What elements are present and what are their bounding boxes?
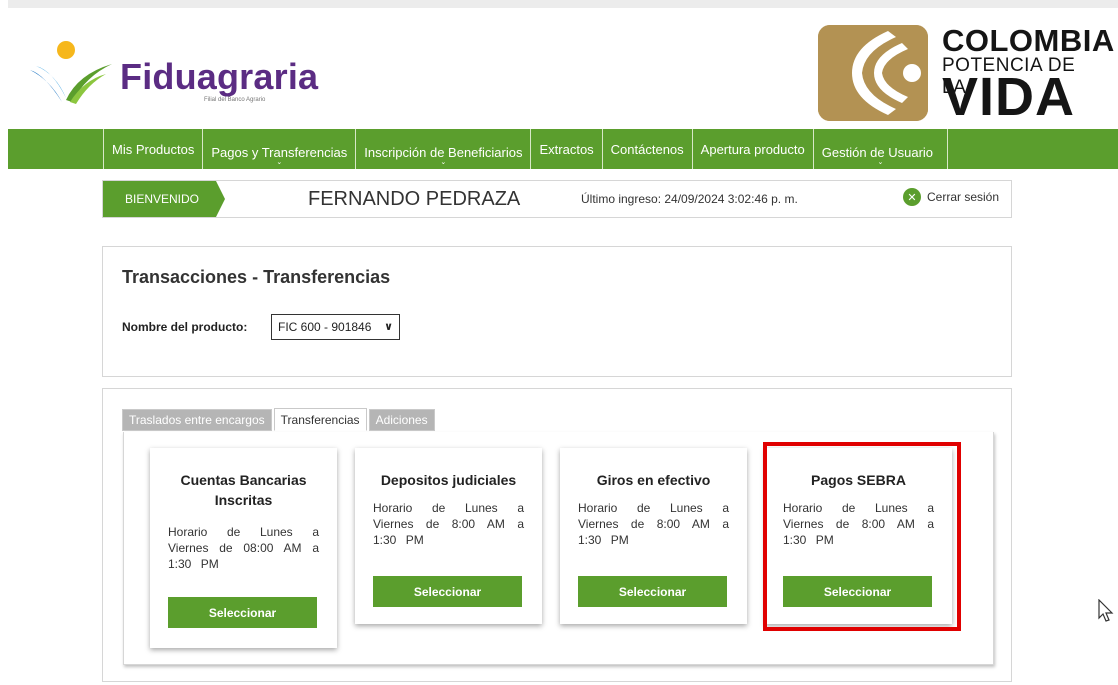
main-nav: Mis Productos Pagos y Transferencias ⌄ I… (8, 129, 1118, 169)
nav-label: Extractos (539, 141, 594, 157)
brand-tagline: Filial del Banco Agrario (204, 97, 266, 103)
nav-item-mis-productos[interactable]: Mis Productos (104, 129, 204, 169)
logout-label: Cerrar sesión (927, 190, 1000, 204)
nav-item-gestion-usuario[interactable]: Gestión de Usuario ⌄ (814, 129, 949, 169)
colombia-potencia-logo: COLOMBIA POTENCIA DE LA VIDA (818, 23, 1114, 127)
transfer-options-panel: Traslados entre encargos Transferencias … (102, 388, 1012, 682)
chevron-down-icon: ⌄ (276, 159, 283, 166)
fiduagraria-logo[interactable]: Fiduagraria Filial del Banco Agrario (26, 40, 326, 110)
card-text: Horario de Lunes a Viernes de 8:00 AM a … (373, 501, 524, 547)
colombia-swirl-icon (818, 25, 928, 121)
card-depositos-judiciales: Depositos judiciales Horario de Lunes a … (355, 448, 542, 624)
close-icon: ✕ (903, 188, 921, 206)
nav-label: Contáctenos (610, 141, 684, 157)
select-button[interactable]: Seleccionar (578, 576, 727, 607)
chevron-down-icon: ⌄ (877, 159, 884, 166)
nav-item-extractos[interactable]: Extractos (531, 129, 603, 169)
product-label: Nombre del producto: (122, 320, 248, 334)
top-strip (8, 0, 1118, 8)
card-giros-efectivo: Giros en efectivo Horario de Lunes a Vie… (560, 448, 747, 624)
chevron-down-icon: ∨ (384, 321, 393, 333)
tab-transferencias[interactable]: Transferencias (273, 408, 367, 431)
logout-button[interactable]: ✕ Cerrar sesión (903, 188, 999, 206)
tab-traslados[interactable]: Traslados entre encargos (122, 409, 272, 431)
gov-line1: COLOMBIA (942, 23, 1115, 58)
card-text: Horario de Lunes a Viernes de 8:00 AM a … (783, 501, 934, 547)
select-button[interactable]: Seleccionar (373, 576, 522, 607)
tab-bar: Traslados entre encargos Transferencias … (122, 408, 437, 431)
nav-item-contactenos[interactable]: Contáctenos (603, 129, 693, 169)
card-title: Pagos SEBRA (811, 472, 906, 488)
nav-item-apertura-producto[interactable]: Apertura producto (693, 129, 814, 169)
page-title: Transacciones - Transferencias (122, 267, 391, 287)
last-login: Último ingreso: 24/09/2024 3:02:46 p. m. (581, 192, 798, 206)
welcome-bar: BIENVENIDO FERNANDO PEDRAZA Último ingre… (102, 180, 1012, 218)
nav-label: Mis Productos (112, 141, 195, 157)
nav-item-inscripcion-beneficiarios[interactable]: Inscripción de Beneficiarios ⌄ (356, 129, 532, 169)
card-title: Cuentas Bancarias Inscritas (180, 472, 307, 508)
brand-name: Fiduagraria (120, 56, 319, 97)
card-title: Giros en efectivo (596, 472, 711, 488)
card-area: Cuentas Bancarias Inscritas Horario de L… (123, 432, 994, 665)
select-button[interactable]: Seleccionar (783, 576, 932, 607)
transactions-panel: Transacciones - Transferencias Nombre de… (102, 246, 1012, 377)
card-text: Horario de Lunes a Viernes de 08:00 AM a… (168, 525, 319, 571)
card-text: Horario de Lunes a Viernes de 8:00 AM a … (578, 501, 729, 547)
tab-adiciones[interactable]: Adiciones (368, 409, 435, 431)
product-select-value: FIC 600 - 901846 (278, 320, 372, 334)
mouse-cursor-icon (1098, 599, 1114, 622)
card-title: Depositos judiciales (380, 472, 517, 488)
fiduagraria-mark-icon (30, 41, 112, 104)
user-name: FERNANDO PEDRAZA (308, 188, 521, 210)
card-cuentas-bancarias: Cuentas Bancarias Inscritas Horario de L… (150, 448, 337, 648)
nav-item-pagos-transferencias[interactable]: Pagos y Transferencias ⌄ (203, 129, 357, 169)
tab-label: Transferencias (280, 412, 360, 427)
welcome-badge: BIENVENIDO (103, 181, 225, 217)
gov-line3: VIDA (942, 67, 1076, 127)
product-select[interactable]: FIC 600 - 901846 ∨ (271, 314, 400, 340)
select-button[interactable]: Seleccionar (168, 597, 317, 628)
card-pagos-sebra: Pagos SEBRA Horario de Lunes a Viernes d… (765, 448, 952, 624)
nav-label: Apertura producto (700, 141, 805, 157)
tab-label: Traslados entre encargos (129, 413, 265, 427)
tab-label: Adiciones (375, 413, 428, 427)
chevron-down-icon: ⌄ (440, 159, 447, 166)
nav-items: Mis Productos Pagos y Transferencias ⌄ I… (103, 129, 949, 169)
